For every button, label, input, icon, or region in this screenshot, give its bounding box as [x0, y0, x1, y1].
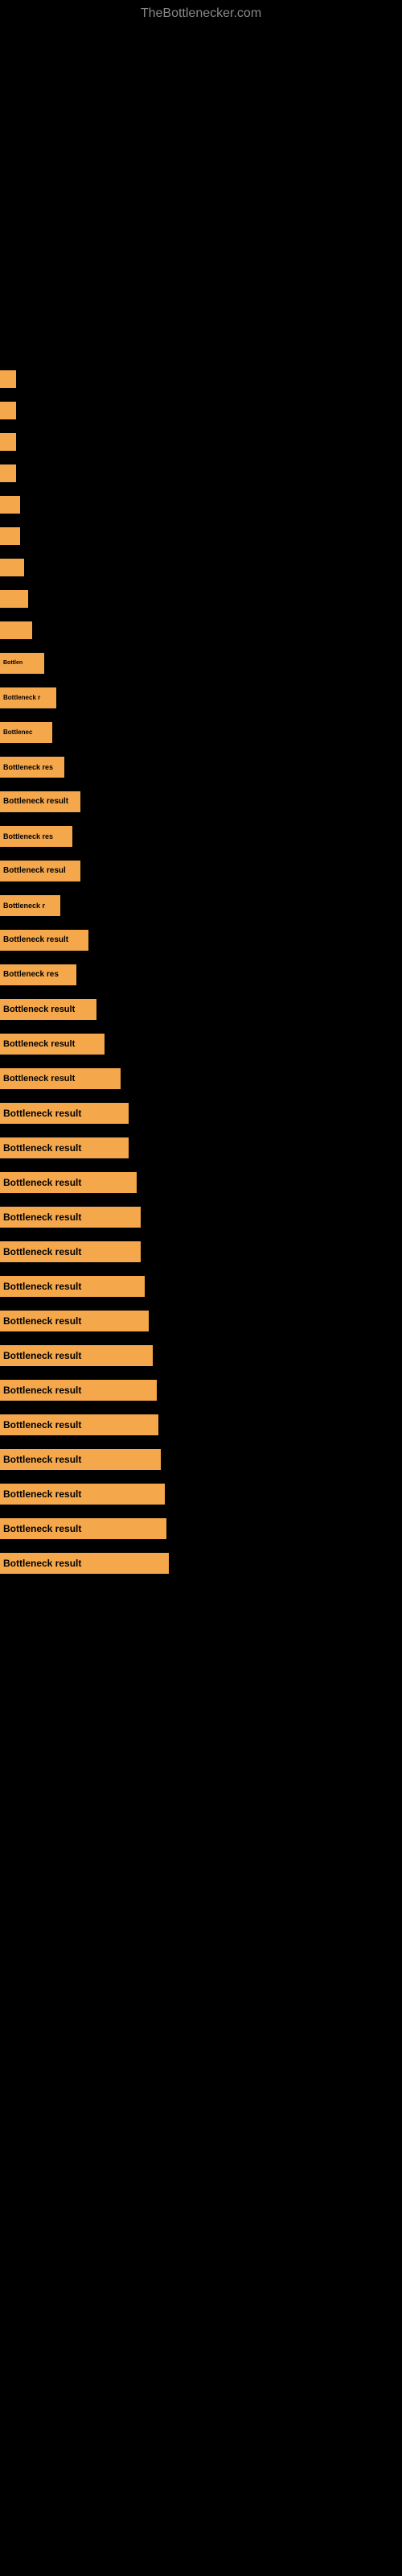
list-item: Bottleneck res: [0, 964, 402, 989]
list-item: Bottleneck result: [0, 1034, 402, 1059]
list-item: Bottleneck result: [0, 1137, 402, 1162]
row-spacer: [0, 1583, 402, 1587]
site-title-bar: TheBottlenecker.com: [0, 0, 402, 24]
list-item: Bottleneck result: [0, 1449, 402, 1474]
list-item: [0, 590, 402, 612]
list-item: Bottleneck result: [0, 1172, 402, 1197]
list-item: [0, 370, 402, 392]
list-item: Bottleneck resul: [0, 861, 402, 886]
site-title: TheBottlenecker.com: [0, 0, 402, 24]
list-item: [0, 559, 402, 580]
list-item: Bottleneck result: [0, 1311, 402, 1335]
list-item: Bottleneck result: [0, 791, 402, 816]
chart-area: [0, 24, 402, 362]
list-item: Bottleneck result: [0, 1207, 402, 1232]
list-item: Bottleneck result: [0, 1553, 402, 1578]
list-item: Bottleneck result: [0, 999, 402, 1024]
list-item: Bottleneck r: [0, 687, 402, 712]
list-item: [0, 402, 402, 423]
list-item: Bottlenec: [0, 722, 402, 747]
list-item: Bottleneck result: [0, 1345, 402, 1370]
list-item: Bottleneck res: [0, 826, 402, 851]
list-item: Bottleneck result: [0, 1241, 402, 1266]
list-item: Bottleneck result: [0, 1276, 402, 1301]
list-item: Bottleneck result: [0, 1484, 402, 1509]
list-item: Bottleneck result: [0, 1380, 402, 1405]
list-item: [0, 496, 402, 518]
list-item: Bottlen: [0, 653, 402, 678]
list-item: [0, 433, 402, 455]
list-item: Bottleneck result: [0, 1068, 402, 1093]
list-item: Bottleneck result: [0, 1103, 402, 1128]
list-item: Bottleneck r: [0, 895, 402, 920]
list-item: [0, 621, 402, 643]
list-item: [0, 464, 402, 486]
list-item: Bottleneck result: [0, 1518, 402, 1543]
list-item: [0, 527, 402, 549]
list-item: Bottleneck result: [0, 1414, 402, 1439]
list-item: Bottleneck res: [0, 757, 402, 782]
list-item: Bottleneck result: [0, 930, 402, 955]
bottleneck-items-container: Bottlen Bottleneck r Bottlenec Bottleneck r…: [0, 362, 402, 1587]
